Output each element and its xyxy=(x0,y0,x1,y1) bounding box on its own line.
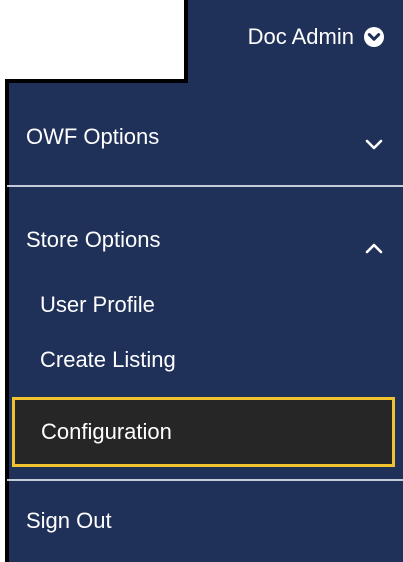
user-menu-toggle[interactable]: Doc Admin xyxy=(186,0,403,73)
user-dropdown-menu: OWF Options Store Options User Profile C… xyxy=(7,81,403,562)
store-options-label: Store Options xyxy=(26,227,161,252)
owf-options-toggle[interactable]: OWF Options xyxy=(7,112,403,162)
menu-item-user-profile[interactable]: User Profile xyxy=(7,285,403,325)
username-label: Doc Admin xyxy=(247,23,354,49)
menu-divider xyxy=(7,479,403,481)
menu-item-configuration[interactable]: Configuration xyxy=(12,397,395,467)
sign-out-link[interactable]: Sign Out xyxy=(7,501,403,541)
menu-item-label: User Profile xyxy=(40,292,155,317)
menu-item-create-listing[interactable]: Create Listing xyxy=(7,340,403,380)
sign-out-label: Sign Out xyxy=(26,508,112,533)
chevron-up-icon xyxy=(365,234,383,254)
menu-item-label: Configuration xyxy=(41,419,172,444)
chevron-down-circle-icon xyxy=(363,26,385,48)
owf-options-label: OWF Options xyxy=(26,124,160,149)
menu-item-label: Create Listing xyxy=(40,347,176,372)
store-options-toggle[interactable]: Store Options xyxy=(7,215,403,265)
menu-divider xyxy=(7,185,403,187)
chevron-down-icon xyxy=(365,131,383,150)
